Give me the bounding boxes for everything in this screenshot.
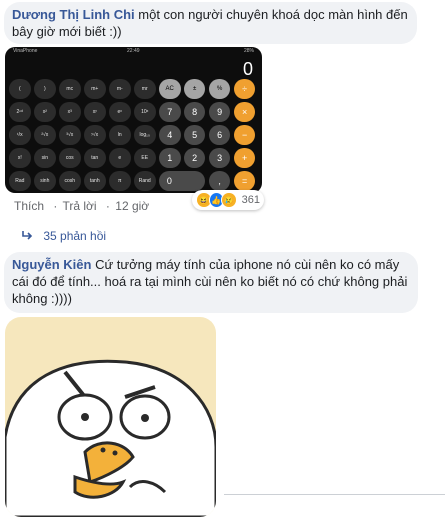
calculator-screenshot[interactable]: VinaPhone 22:49 28% 0 () mc m+ m-mr AC ±% ÷ 2ⁿᵈ… <box>5 47 262 193</box>
calc-key[interactable]: ( <box>9 79 31 99</box>
reaction-count: 361 <box>241 194 260 206</box>
calc-key[interactable]: m- <box>108 79 131 99</box>
phone-status-bar: VinaPhone 22:49 28% <box>5 48 262 56</box>
calc-key[interactable]: 0 <box>158 171 206 191</box>
calc-key[interactable]: % <box>208 79 231 99</box>
calc-key[interactable]: ʸ√x <box>83 125 106 145</box>
calc-key[interactable]: ²√x <box>33 125 56 145</box>
carrier-label: VinaPhone <box>13 48 38 54</box>
calc-key[interactable]: tanh <box>83 171 106 191</box>
comment-actions: Thích · Trả lời · 12 giờ <box>14 199 153 213</box>
calc-key[interactable]: tan <box>83 148 106 168</box>
like-button[interactable]: Thích <box>14 199 44 213</box>
duck-sticker-image[interactable] <box>5 317 216 517</box>
battery-label: 28% <box>243 48 254 54</box>
comment-bubble: Nguyễn Kiên Cứ tưởng máy tính của iphone… <box>4 252 418 313</box>
calc-key[interactable]: × <box>233 102 256 122</box>
calc-key[interactable]: = <box>233 171 256 191</box>
comment-time[interactable]: 12 giờ <box>115 199 149 213</box>
calc-key[interactable]: 9 <box>208 102 231 122</box>
reply-arrow-icon <box>22 229 34 243</box>
calc-key[interactable]: π <box>108 171 131 191</box>
calc-key[interactable]: eˣ <box>108 102 131 122</box>
status-time: 22:49 <box>127 48 140 54</box>
separator: · <box>105 199 110 213</box>
calc-key[interactable]: log₁₀ <box>133 125 156 145</box>
calc-key[interactable]: 4 <box>158 125 181 145</box>
calc-key[interactable]: 5 <box>183 125 206 145</box>
calc-key[interactable]: 6 <box>208 125 231 145</box>
calc-key[interactable]: ) <box>33 79 56 99</box>
comment-author[interactable]: Nguyễn Kiên <box>12 257 91 272</box>
calc-key[interactable]: 2 <box>183 148 206 168</box>
calc-key[interactable]: 2ⁿᵈ <box>9 102 31 122</box>
separator: · <box>53 199 58 213</box>
calc-key[interactable]: AC <box>158 79 181 99</box>
reaction-summary[interactable]: 😆 👍 😢 361 <box>192 190 264 210</box>
calc-key[interactable]: 10ˣ <box>133 102 156 122</box>
calc-key[interactable]: − <box>233 125 256 145</box>
calc-key[interactable]: ³√x <box>58 125 81 145</box>
calc-key[interactable]: e <box>108 148 131 168</box>
calc-key[interactable]: ÷ <box>233 79 256 99</box>
reply-button[interactable]: Trả lời <box>62 199 96 213</box>
calc-key[interactable]: EE <box>133 148 156 168</box>
view-replies-link[interactable]: 35 phản hồi <box>22 229 106 243</box>
calc-key[interactable]: mc <box>58 79 81 99</box>
calc-key[interactable]: 1 <box>158 148 181 168</box>
calc-key[interactable]: ± <box>183 79 206 99</box>
calc-key[interactable]: cosh <box>58 171 81 191</box>
calc-key[interactable]: sinh <box>33 171 56 191</box>
calc-key[interactable]: x³ <box>58 102 81 122</box>
calc-key[interactable]: mr <box>133 79 156 99</box>
calc-key[interactable]: ln <box>108 125 131 145</box>
calculator-display: 0 <box>242 59 253 79</box>
calc-key[interactable]: x² <box>33 102 56 122</box>
calc-key[interactable]: ¹/x <box>9 125 31 145</box>
calc-key[interactable]: Rad <box>9 171 31 191</box>
replies-count: 35 phản hồi <box>43 229 107 243</box>
calc-key[interactable]: 7 <box>158 102 181 122</box>
calc-key[interactable]: 3 <box>208 148 231 168</box>
calc-key[interactable]: x! <box>9 148 31 168</box>
comment-author[interactable]: Dương Thị Linh Chi <box>12 7 135 22</box>
sad-icon: 😢 <box>221 192 237 208</box>
calc-key[interactable]: + <box>233 148 256 168</box>
calc-key[interactable]: , <box>208 171 231 191</box>
calc-key[interactable]: sin <box>33 148 56 168</box>
calculator-keypad: () mc m+ m-mr AC ±% ÷ 2ⁿᵈ x² x³ xʸ eˣ 10ˣ 7 8 9 × ¹/x ²√x ³… <box>9 79 261 191</box>
calc-key[interactable]: m+ <box>83 79 106 99</box>
comment-bubble: Dương Thị Linh Chi một con người chuyên … <box>4 2 417 44</box>
divider <box>224 494 445 495</box>
calc-key[interactable]: cos <box>58 148 81 168</box>
calc-key[interactable]: xʸ <box>83 102 106 122</box>
calc-key[interactable]: 8 <box>183 102 206 122</box>
calc-key[interactable]: Rand <box>133 171 156 191</box>
